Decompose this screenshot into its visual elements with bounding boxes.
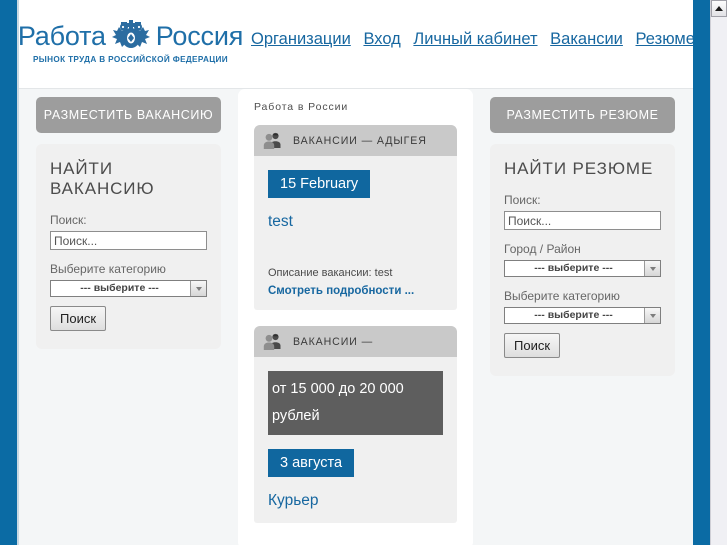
vacancy-card[interactable]: ВАКАНСИИ — от 15 000 до 20 000 рублей 3 … [254, 326, 457, 523]
site-header: Работа Россия РЫНОК ТРУДА В РОССИЙСКОЙ Ф… [19, 0, 693, 89]
find-vacancy-heading: НАЙТИ ВАКАНСИЮ [50, 159, 155, 198]
triangle-down-glyph [195, 286, 202, 291]
logo-word-right: Россия [155, 20, 244, 51]
nav-link-vacancies[interactable]: Вакансии [550, 30, 623, 48]
vacancy-card-body: 15 February test Описание вакансии: test… [254, 156, 457, 310]
vacancy-job-link[interactable]: Курьер [268, 492, 443, 510]
right-edge-band [693, 0, 710, 545]
center-column: Работа в России ВАКАНСИИ — АДЫГЕЯ 15 Feb… [238, 89, 473, 545]
russian-coat-of-arms-icon [109, 18, 153, 54]
page-content: Работа Россия РЫНОК ТРУДА В РОССИЙСКОЙ Ф… [19, 0, 693, 545]
site-logo[interactable]: Работа Россия РЫНОК ТРУДА В РОССИЙСКОЙ Ф… [19, 18, 243, 70]
vacancy-search-label: Поиск: [50, 213, 87, 227]
triangle-down-glyph [649, 266, 656, 271]
vacancy-category-value: --- выберите --- [80, 282, 159, 294]
resume-city-select[interactable]: --- выберите --- [504, 260, 661, 277]
vacancy-salary-banner: от 15 000 до 20 000 рублей [268, 371, 443, 435]
three-column-layout: РАЗМЕСТИТЬ ВАКАНСИЮ НАЙТИ ВАКАНСИЮ Поиск… [19, 89, 693, 545]
vacancy-date-badge: 3 августа [268, 449, 355, 477]
left-edge-shadow [17, 0, 19, 545]
resume-search-button[interactable]: Поиск [504, 333, 561, 358]
vacancy-card-body: от 15 000 до 20 000 рублей 3 августа Кур… [254, 357, 457, 523]
vacancy-date-badge: 15 February [268, 170, 371, 198]
vacancy-card-title: ВАКАНСИИ — АДЫГЕЯ [293, 134, 427, 147]
find-vacancy-panel: НАЙТИ ВАКАНСИЮ Поиск: Выберите категорию… [36, 144, 221, 349]
resume-search-input[interactable] [504, 211, 661, 230]
resume-city-value: --- выберите --- [534, 262, 613, 274]
resume-category-value: --- выберите --- [534, 309, 613, 321]
left-sidebar: РАЗМЕСТИТЬ ВАКАНСИЮ НАЙТИ ВАКАНСИЮ Поиск… [36, 97, 221, 349]
vacancy-card-header: ВАКАНСИИ — [254, 326, 457, 357]
triangle-down-glyph [649, 313, 656, 318]
vacancy-details-link[interactable]: Смотреть подробности ... [268, 285, 414, 297]
group-people-icon [263, 131, 282, 150]
find-resume-panel: НАЙТИ РЕЗЮМЕ Поиск: Город / Район --- вы… [490, 144, 675, 376]
chevron-down-icon[interactable] [190, 281, 206, 296]
logo-tagline: РЫНОК ТРУДА В РОССИЙСКОЙ ФЕДЕРАЦИИ [32, 55, 229, 64]
right-sidebar: РАЗМЕСТИТЬ РЕЗЮМЕ НАЙТИ РЕЗЮМЕ Поиск: Го… [490, 97, 675, 376]
left-edge-band [0, 0, 17, 545]
vacancy-card-title: ВАКАНСИИ — [293, 335, 374, 348]
chevron-down-icon[interactable] [644, 308, 660, 323]
post-vacancy-button[interactable]: РАЗМЕСТИТЬ ВАКАНСИЮ [36, 97, 221, 133]
nav-link-login[interactable]: Вход [363, 30, 400, 48]
logo-word-left: Работа [19, 20, 106, 51]
logo-wordmark: Работа Россия [19, 18, 243, 54]
scroll-up-arrow-icon[interactable] [711, 0, 727, 17]
vacancy-card[interactable]: ВАКАНСИИ — АДЫГЕЯ 15 February test Описа… [254, 125, 457, 310]
vacancy-search-button[interactable]: Поиск [50, 306, 107, 331]
triangle-up-glyph [715, 6, 723, 11]
vacancy-description: Описание вакансии: test [268, 267, 393, 279]
chevron-down-icon[interactable] [644, 261, 660, 276]
group-people-icon [263, 332, 282, 351]
resume-category-select[interactable]: --- выберите --- [504, 307, 661, 324]
vacancy-category-select[interactable]: --- выберите --- [50, 280, 207, 297]
nav-link-account[interactable]: Личный кабинет [413, 30, 537, 48]
resume-city-label: Город / Район [504, 242, 581, 256]
center-column-title: Работа в России [254, 101, 349, 113]
vacancy-job-link[interactable]: test [268, 213, 443, 231]
resume-category-label: Выберите категорию [504, 289, 620, 303]
card-spacer [268, 231, 443, 267]
vertical-scrollbar[interactable] [710, 0, 727, 545]
post-resume-button[interactable]: РАЗМЕСТИТЬ РЕЗЮМЕ [490, 97, 675, 133]
main-navigation: Организации Вход Личный кабинет Вакансии… [251, 30, 693, 49]
nav-link-organizations[interactable]: Организации [251, 30, 351, 48]
vacancy-category-label: Выберите категорию [50, 262, 166, 276]
vacancy-card-header: ВАКАНСИИ — АДЫГЕЯ [254, 125, 457, 156]
find-resume-heading: НАЙТИ РЕЗЮМЕ [504, 159, 654, 178]
resume-search-label: Поиск: [504, 193, 541, 207]
nav-link-resumes[interactable]: Резюме [636, 30, 693, 48]
vacancy-search-input[interactable] [50, 231, 207, 250]
